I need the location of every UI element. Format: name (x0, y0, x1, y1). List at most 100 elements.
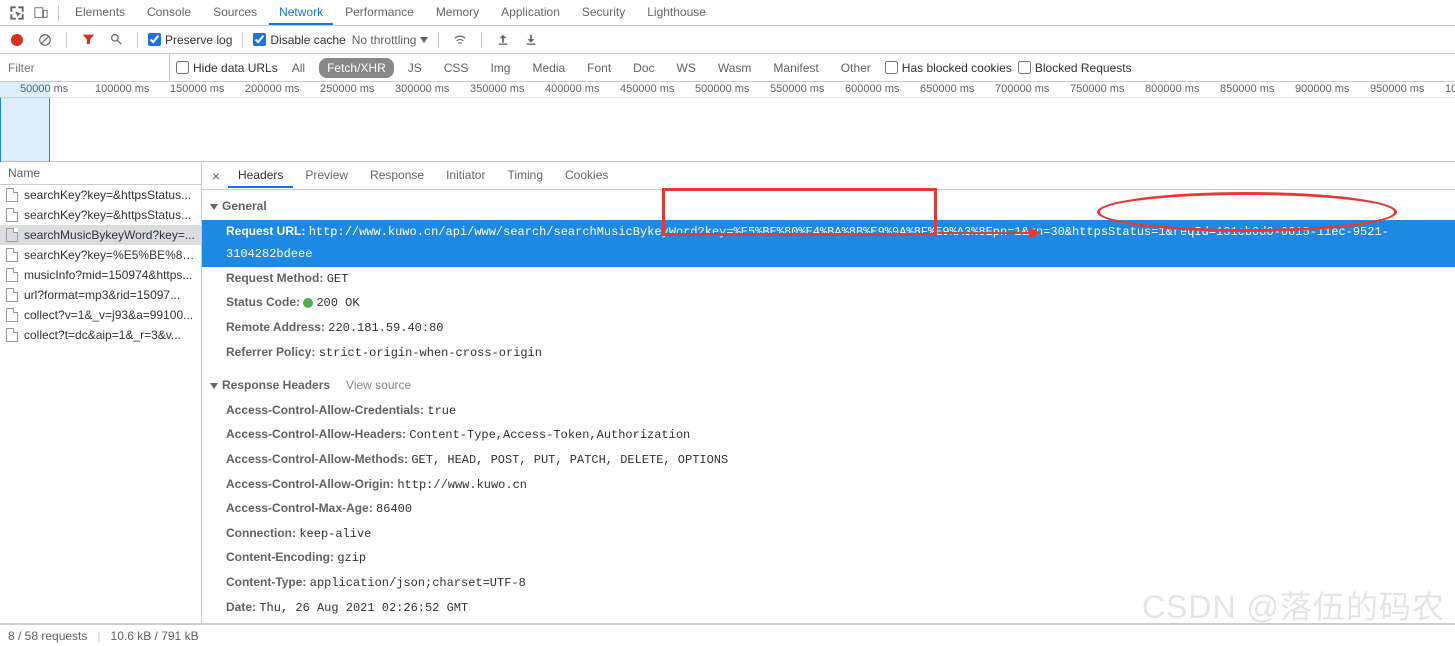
timeline-tick: 100000 ms (95, 83, 149, 95)
timeline-tick: 10 (1445, 83, 1455, 95)
view-source-link[interactable]: View source (346, 378, 411, 392)
request-item[interactable]: musicInfo?mid=150974&https... (0, 265, 201, 285)
preserve-log-checkbox[interactable]: Preserve log (148, 33, 232, 47)
main-content: Name searchKey?key=&httpsStatus... search… (0, 162, 1455, 624)
timeline-tick: 550000 ms (770, 83, 824, 95)
tab-application[interactable]: Application (491, 1, 570, 25)
wifi-icon[interactable] (449, 29, 471, 51)
tab-network[interactable]: Network (269, 1, 333, 25)
blocked-cookies-checkbox[interactable]: Has blocked cookies (885, 61, 1012, 75)
tab-response[interactable]: Response (360, 164, 434, 188)
tab-memory[interactable]: Memory (426, 1, 489, 25)
headers-panel: General Request URL: http://www.kuwo.cn/… (202, 190, 1455, 623)
timeline-tick: 950000 ms (1370, 83, 1424, 95)
response-header-row: Access-Control-Allow-Origin: http://www.… (202, 473, 1455, 498)
separator (66, 32, 67, 48)
request-name: searchKey?key=%E5%BE%80... (24, 248, 195, 262)
devtools-tabs: Elements Console Sources Network Perform… (0, 0, 1455, 26)
response-header-row: Access-Control-Allow-Methods: GET, HEAD,… (202, 448, 1455, 473)
timeline-overview[interactable]: 50000 ms100000 ms150000 ms200000 ms25000… (0, 82, 1455, 162)
close-icon[interactable]: × (206, 168, 226, 184)
request-item[interactable]: searchMusicBykeyWord?key=... (0, 225, 201, 245)
timeline-tick: 600000 ms (845, 83, 899, 95)
download-icon[interactable] (520, 29, 542, 51)
request-list: Name searchKey?key=&httpsStatus... search… (0, 162, 202, 623)
filter-fetch-xhr[interactable]: Fetch/XHR (319, 58, 394, 78)
timeline-tick: 900000 ms (1295, 83, 1349, 95)
request-item[interactable]: searchKey?key=%E5%BE%80... (0, 245, 201, 265)
detail-tabs: × Headers Preview Response Initiator Tim… (202, 162, 1455, 190)
filter-all[interactable]: All (284, 58, 313, 78)
clear-icon[interactable] (34, 29, 56, 51)
column-name[interactable]: Name (0, 162, 201, 185)
blocked-requests-checkbox[interactable]: Blocked Requests (1018, 61, 1132, 75)
tab-cookies[interactable]: Cookies (555, 164, 618, 188)
timeline-body (0, 98, 1455, 162)
response-header-row: Connection: keep-alive (202, 522, 1455, 547)
response-header-row: Access-Control-Allow-Credentials: true (202, 399, 1455, 424)
filter-input[interactable] (0, 54, 170, 81)
tab-performance[interactable]: Performance (335, 1, 424, 25)
tab-preview[interactable]: Preview (295, 164, 358, 188)
file-icon (6, 228, 18, 242)
filter-manifest[interactable]: Manifest (765, 58, 826, 78)
filter-wasm[interactable]: Wasm (710, 58, 760, 78)
tab-console[interactable]: Console (137, 1, 201, 25)
request-name: searchKey?key=&httpsStatus... (24, 208, 191, 222)
request-item[interactable]: collect?t=dc&aip=1&_r=3&v... (0, 325, 201, 345)
filter-js[interactable]: JS (400, 58, 430, 78)
timeline-tick: 400000 ms (545, 83, 599, 95)
timeline-tick: 300000 ms (395, 83, 449, 95)
filter-font[interactable]: Font (579, 58, 619, 78)
timeline-tick: 350000 ms (470, 83, 524, 95)
disable-cache-checkbox[interactable]: Disable cache (253, 33, 345, 47)
throttling-select[interactable]: No throttling (352, 33, 429, 47)
filter-media[interactable]: Media (524, 58, 573, 78)
request-item[interactable]: url?format=mp3&rid=15097... (0, 285, 201, 305)
tab-sources[interactable]: Sources (203, 1, 267, 25)
request-item[interactable]: searchKey?key=&httpsStatus... (0, 205, 201, 225)
record-icon[interactable] (6, 29, 28, 51)
search-icon[interactable] (105, 29, 127, 51)
request-name: musicInfo?mid=150974&https... (24, 268, 192, 282)
device-icon[interactable] (30, 2, 52, 24)
upload-icon[interactable] (492, 29, 514, 51)
inspect-icon[interactable] (6, 2, 28, 24)
separator (481, 32, 482, 48)
response-header-row: Date: Thu, 26 Aug 2021 02:26:52 GMT (202, 596, 1455, 621)
response-header-row: Access-Control-Max-Age: 86400 (202, 497, 1455, 522)
request-item[interactable]: searchKey?key=&httpsStatus... (0, 185, 201, 205)
filter-doc[interactable]: Doc (625, 58, 662, 78)
request-item[interactable]: collect?v=1&_v=j93&a=99100... (0, 305, 201, 325)
filter-icon[interactable] (77, 29, 99, 51)
tab-headers[interactable]: Headers (228, 164, 293, 188)
filter-css[interactable]: CSS (436, 58, 477, 78)
tab-lighthouse[interactable]: Lighthouse (637, 1, 716, 25)
separator (242, 32, 243, 48)
tab-elements[interactable]: Elements (65, 1, 135, 25)
network-toolbar: Preserve log Disable cache No throttling (0, 26, 1455, 54)
request-details: × Headers Preview Response Initiator Tim… (202, 162, 1455, 623)
timeline-tick: 750000 ms (1070, 83, 1124, 95)
request-name: collect?t=dc&aip=1&_r=3&v... (24, 328, 181, 342)
annotation-arrow (940, 232, 1040, 234)
filter-ws[interactable]: WS (669, 58, 704, 78)
file-icon (6, 308, 18, 322)
file-icon (6, 248, 18, 262)
tab-security[interactable]: Security (572, 1, 635, 25)
tab-timing[interactable]: Timing (497, 164, 553, 188)
timeline-tick: 450000 ms (620, 83, 674, 95)
file-icon (6, 328, 18, 342)
request-name: collect?v=1&_v=j93&a=99100... (24, 308, 193, 322)
status-bar: 8 / 58 requests | 10.6 kB / 791 kB (0, 624, 1455, 646)
filter-img[interactable]: Img (482, 58, 518, 78)
timeline-tick: 700000 ms (995, 83, 1049, 95)
file-icon (6, 268, 18, 282)
filter-other[interactable]: Other (833, 58, 879, 78)
response-headers-section[interactable]: Response HeadersView source (202, 373, 1455, 399)
tab-initiator[interactable]: Initiator (436, 164, 495, 188)
general-section[interactable]: General (202, 194, 1455, 220)
hide-data-urls-checkbox[interactable]: Hide data URLs (176, 61, 278, 75)
referrer-policy: Referrer Policy: strict-origin-when-cros… (202, 341, 1455, 366)
response-header-row: Access-Control-Allow-Headers: Content-Ty… (202, 423, 1455, 448)
